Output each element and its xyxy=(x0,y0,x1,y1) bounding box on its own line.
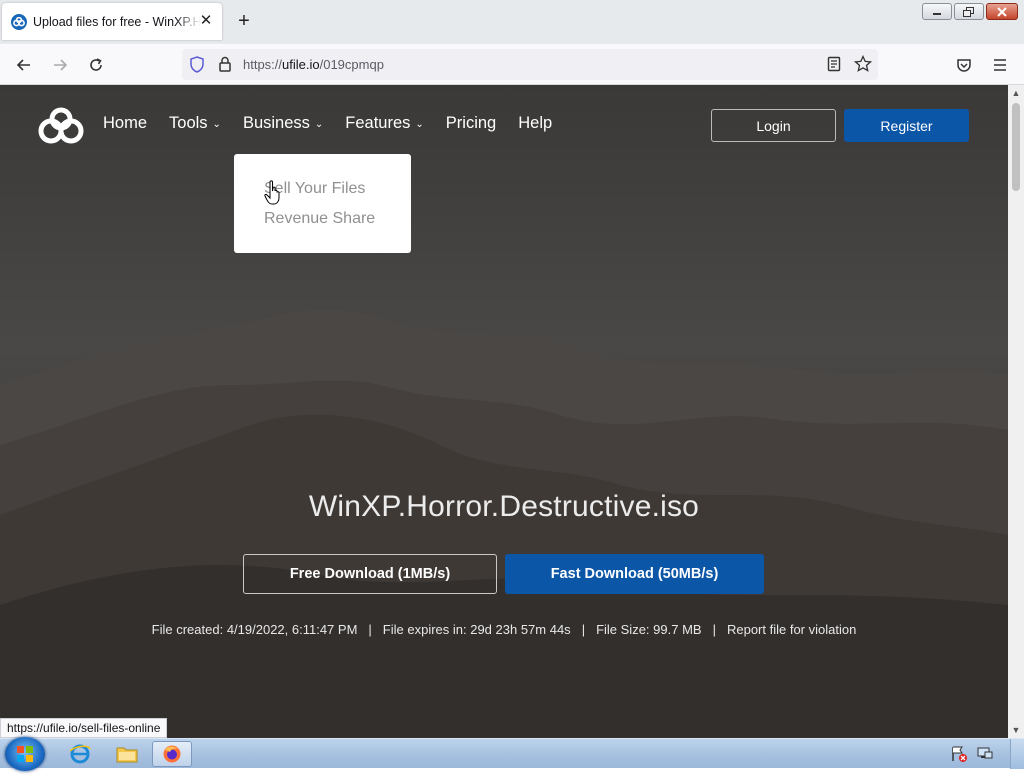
chevron-down-icon: ⌄ xyxy=(415,119,424,130)
fast-download-button[interactable]: Fast Download (50MB/s) xyxy=(505,554,764,594)
nav-features[interactable]: Features ⌄ xyxy=(345,114,424,133)
close-window-button[interactable] xyxy=(986,3,1018,20)
bookmark-star-icon[interactable] xyxy=(852,53,874,75)
window-controls xyxy=(922,3,1018,20)
network-icon[interactable] xyxy=(976,745,994,768)
report-file-link[interactable]: Report file for violation xyxy=(727,622,856,637)
main-nav: Home Tools ⌄ Business ⌄ Features ⌄ Pricing … xyxy=(103,114,574,133)
file-size-text: File Size: 99.7 MB xyxy=(596,622,702,637)
scroll-down-icon[interactable]: ▼ xyxy=(1008,722,1024,738)
menu-item-revenue-share[interactable]: Revenue Share xyxy=(264,208,411,238)
scroll-up-icon[interactable]: ▲ xyxy=(1008,85,1024,101)
nav-home[interactable]: Home xyxy=(103,114,147,133)
chevron-down-icon: ⌄ xyxy=(212,119,221,130)
pocket-icon[interactable] xyxy=(953,54,975,76)
lock-icon[interactable] xyxy=(214,53,236,75)
nav-pricing[interactable]: Pricing xyxy=(446,114,496,133)
forward-arrow-icon[interactable] xyxy=(49,54,71,76)
status-link-url: https://ufile.io/sell-files-online xyxy=(0,718,168,738)
url-text: https://ufile.io/019cpmqp xyxy=(243,57,384,72)
address-bar[interactable]: https://ufile.io/019cpmqp xyxy=(182,49,878,80)
scroll-thumb[interactable] xyxy=(1012,103,1020,191)
nav-business[interactable]: Business ⌄ xyxy=(243,114,323,133)
browser-titlebar: Upload files for free - WinXP.Horror.Des… xyxy=(0,0,1024,44)
mountain-background-image xyxy=(0,85,1008,738)
nav-tools[interactable]: Tools ⌄ xyxy=(169,114,221,133)
business-dropdown-menu: Sell Your Files Revenue Share xyxy=(234,154,411,253)
start-button[interactable] xyxy=(5,737,45,771)
shield-icon[interactable] xyxy=(186,53,208,75)
separator: | xyxy=(368,622,372,637)
tab-close-icon[interactable]: ✕ xyxy=(198,13,214,29)
free-download-button[interactable]: Free Download (1MB/s) xyxy=(243,554,497,594)
new-tab-button[interactable]: + xyxy=(234,11,254,32)
nav-help[interactable]: Help xyxy=(518,114,552,133)
windows-taskbar xyxy=(0,737,1024,771)
reload-icon[interactable] xyxy=(85,54,107,76)
register-button[interactable]: Register xyxy=(844,109,969,142)
file-expires-text: File expires in: 29d 23h 57m 44s xyxy=(382,622,571,637)
file-explorer-icon[interactable] xyxy=(107,741,147,767)
ufile-favicon-icon xyxy=(11,13,27,30)
chevron-down-icon: ⌄ xyxy=(314,119,324,130)
firefox-taskbar-icon[interactable] xyxy=(152,741,192,767)
action-center-flag-icon[interactable] xyxy=(950,745,968,768)
back-arrow-icon[interactable] xyxy=(13,54,35,76)
reader-view-icon[interactable] xyxy=(823,53,845,75)
separator: | xyxy=(581,622,586,637)
browser-toolbar: https://ufile.io/019cpmqp xyxy=(0,44,1024,85)
minimize-button[interactable] xyxy=(922,3,952,20)
tab-title: Upload files for free - WinXP.Horror.Des… xyxy=(33,14,201,29)
hand-cursor-icon xyxy=(264,180,280,205)
hamburger-menu-icon[interactable] xyxy=(989,54,1011,76)
separator: | xyxy=(712,622,716,637)
system-tray xyxy=(950,745,994,768)
browser-tab-active[interactable]: Upload files for free - WinXP.Horror.Des… xyxy=(2,3,222,40)
file-created-text: File created: 4/19/2022, 6:11:47 PM xyxy=(151,622,358,637)
login-button[interactable]: Login xyxy=(711,109,836,142)
file-name-heading: WinXP.Horror.Destructive.iso xyxy=(308,490,700,523)
menu-item-sell-your-files[interactable]: Sell Your Files xyxy=(264,178,411,208)
show-desktop-button[interactable] xyxy=(1010,739,1024,769)
restore-button[interactable] xyxy=(954,3,984,20)
windows-logo-icon xyxy=(17,746,33,762)
file-info-bar: File created: 4/19/2022, 6:11:47 PM | File… xyxy=(0,622,1008,637)
web-page: Home Tools ⌄ Business ⌄ Features ⌄ Pricing … xyxy=(0,85,1008,738)
internet-explorer-icon[interactable] xyxy=(60,741,100,767)
ufile-logo-icon[interactable] xyxy=(38,107,86,147)
page-scrollbar[interactable]: ▲ ▼ xyxy=(1008,85,1024,738)
